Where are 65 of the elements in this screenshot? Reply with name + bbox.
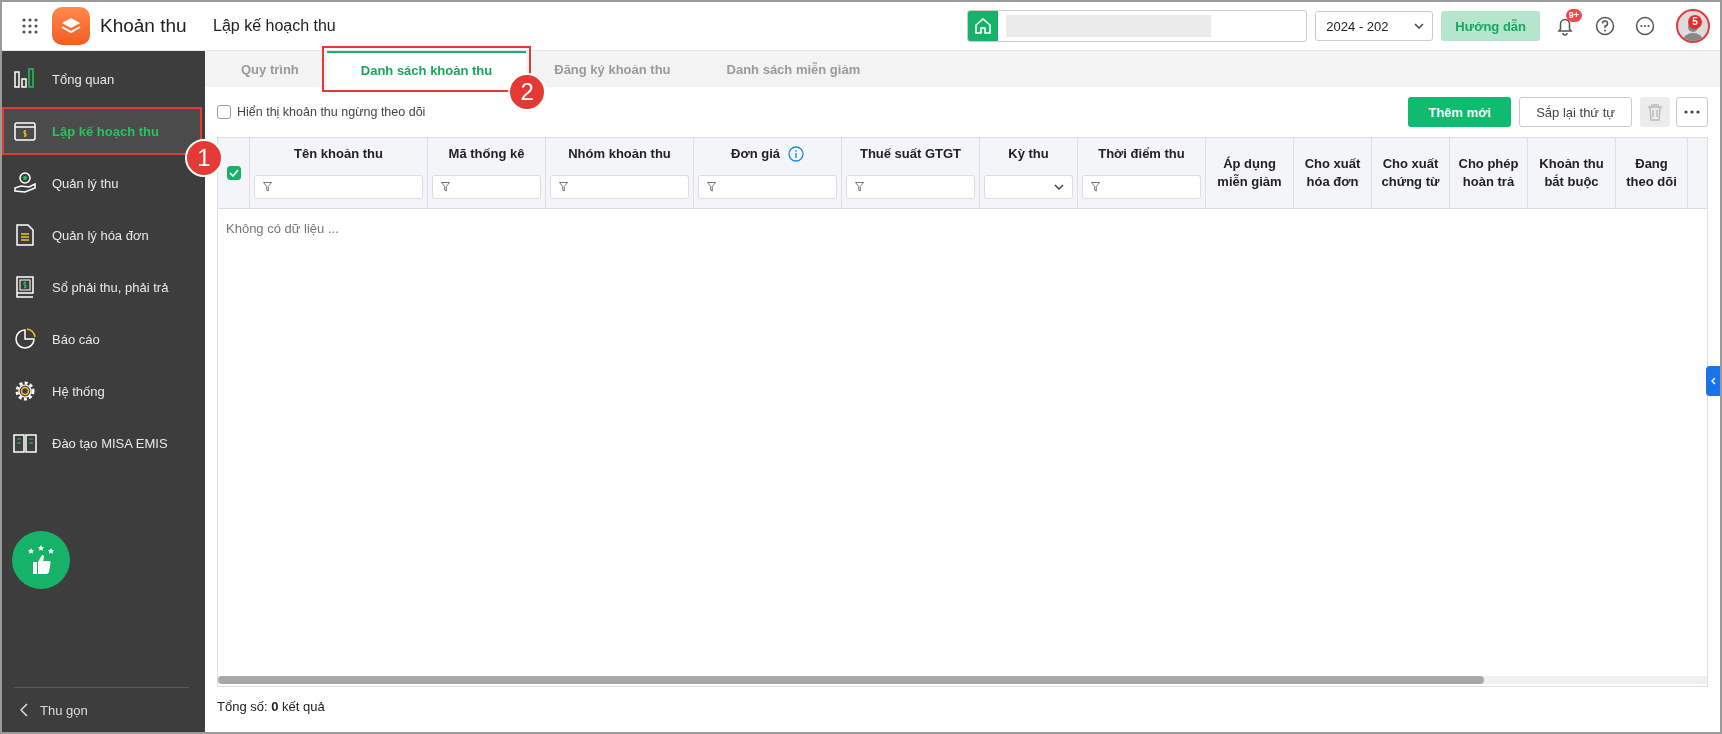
filter-icon <box>559 182 568 192</box>
more-icon[interactable] <box>1635 16 1655 36</box>
column-header: Cho xuất chứng từ <box>1380 155 1441 191</box>
apps-grid-icon[interactable] <box>22 18 38 34</box>
panel-toggle[interactable] <box>1706 366 1720 396</box>
chevron-down-icon <box>1414 23 1425 29</box>
school-selector[interactable] <box>967 10 1308 42</box>
chevron-left-icon <box>20 703 28 717</box>
reorder-button[interactable]: Sắp lại thứ tự <box>1519 97 1632 127</box>
help-icon[interactable] <box>1595 16 1615 36</box>
sidebar-item[interactable]: Hệ thống <box>2 367 202 415</box>
more-button[interactable] <box>1676 97 1708 127</box>
filter-icon <box>1091 182 1100 192</box>
filter-icon <box>441 182 450 192</box>
column-header: Cho phép hoàn trả <box>1457 155 1520 191</box>
page-title: Lập kế hoạch thu <box>213 17 336 35</box>
scrollbar-thumb[interactable] <box>218 676 1484 684</box>
filter-field[interactable] <box>254 175 423 199</box>
pie-chart-icon <box>12 326 38 352</box>
filter-field[interactable] <box>1082 175 1201 199</box>
sidebar-item[interactable]: Tổng quan <box>2 55 202 103</box>
sidebar-item[interactable]: Sổ phải thu, phải trả <box>2 263 202 311</box>
filter-field[interactable] <box>846 175 975 199</box>
sidebar-item[interactable]: Quản lý hóa đơn <box>2 211 202 259</box>
step-marker: 2 <box>508 73 547 111</box>
empty-message: Không có dữ liệu ... <box>226 221 339 236</box>
home-icon <box>974 17 993 35</box>
column-header: Mã thống kê <box>448 145 525 163</box>
column-header: Cho xuất hóa đơn <box>1303 155 1362 191</box>
trash-icon <box>1647 103 1663 121</box>
thumbs-up-icon <box>25 544 57 576</box>
filter-field[interactable] <box>432 175 541 199</box>
app-logo <box>52 7 90 45</box>
info-icon[interactable] <box>788 146 804 162</box>
column-header: Nhóm khoản thu <box>568 145 671 163</box>
column-header: Thuế suất GTGT <box>859 145 962 163</box>
bell-icon[interactable] <box>1555 16 1575 36</box>
column-header: Khoản thu bắt buộc <box>1538 155 1605 191</box>
total-count: Tổng số: 0 kết quả <box>217 699 325 714</box>
filter-icon <box>855 182 864 192</box>
select-all-checkbox[interactable] <box>226 166 241 180</box>
chevron-down-icon <box>1054 184 1064 190</box>
column-header: Đang theo dõi <box>1625 155 1678 191</box>
collapse-button[interactable]: Thu gọn <box>2 688 205 732</box>
coin-hand-icon <box>12 170 38 196</box>
chevron-left-icon <box>1710 377 1716 385</box>
notification-badge: 9+ <box>1565 9 1582 22</box>
user-avatar[interactable]: 5 <box>1676 9 1710 43</box>
filter-icon <box>707 182 716 192</box>
checkbox[interactable] <box>217 105 231 119</box>
sidebar-item[interactable]: Đào tạo MISA EMIS <box>2 419 202 467</box>
sidebar-item[interactable]: Báo cáo <box>2 315 202 363</box>
filter-field[interactable] <box>698 175 837 199</box>
filter-field[interactable] <box>550 175 689 199</box>
filter-icon <box>263 182 272 192</box>
school-year-select[interactable]: 2024 - 202 <box>1315 11 1434 41</box>
column-header: Áp dụng miễn giảm <box>1216 155 1283 191</box>
column-header: Thời điểm thu <box>1098 145 1185 163</box>
column-header: Kỳ thu <box>1008 145 1049 163</box>
avatar-badge: 5 <box>1688 15 1702 29</box>
checkbox-label: Hiển thị khoản thu ngừng theo dõi <box>237 105 426 119</box>
app-name: Khoản thu <box>100 15 188 37</box>
column-header: Đơn giá <box>731 145 780 163</box>
more-icon <box>1684 110 1700 114</box>
column-header: Tên khoản thu <box>294 145 383 163</box>
